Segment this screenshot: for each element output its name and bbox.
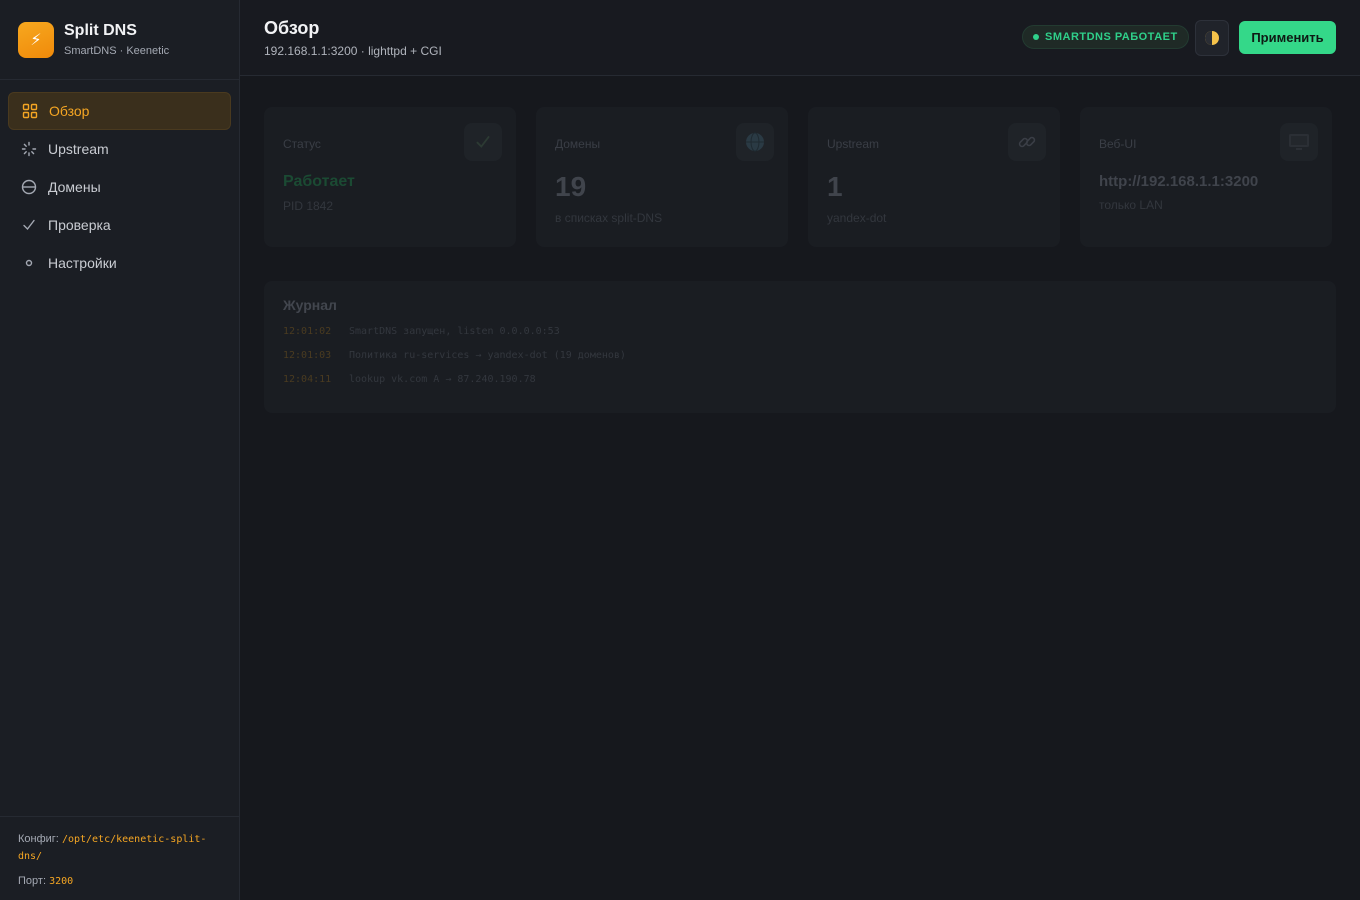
app-subtitle: SmartDNS · Keenetic <box>64 45 170 57</box>
sidebar-item-label: Обзор <box>49 103 90 119</box>
status-card: Статус Работает PID 1842 <box>264 107 516 247</box>
card-note: в списках split-DNS <box>555 211 663 225</box>
domains-card: Домены 19 в списках split-DNS <box>536 107 788 247</box>
log-line: 12:01:02 SmartDNS запущен, listen 0.0.0.… <box>283 326 1317 337</box>
sidebar-nav: Обзор Upstream Домены Проверка Настройки <box>0 80 239 294</box>
sidebar-item-label: Домены <box>48 179 101 195</box>
apply-button[interactable]: Применить <box>1239 21 1336 54</box>
monitor-icon <box>1280 123 1318 161</box>
port-info: Порт: 3200 <box>18 873 222 890</box>
status-badge: SMARTDNS РАБОТАЕТ <box>1022 25 1189 49</box>
main-content: Статус Работает PID 1842 Домены 19 в спи… <box>240 77 1360 900</box>
webui-card: Веб-UI http://192.168.1.1:3200 только LA… <box>1080 107 1332 247</box>
stat-cards: Статус Работает PID 1842 Домены 19 в спи… <box>264 107 1332 247</box>
card-value: http://192.168.1.1:3200 <box>1099 173 1259 190</box>
card-note: только LAN <box>1099 198 1163 212</box>
log-time: 12:01:03 <box>283 350 332 361</box>
journal-panel: Журнал 12:01:02 SmartDNS запущен, listen… <box>264 281 1336 413</box>
port-value: 3200 <box>49 876 74 887</box>
spinner-icon <box>20 140 38 158</box>
sidebar-item-label: Проверка <box>48 217 111 233</box>
log-line: 12:01:03 Политика ru-services → yandex-d… <box>283 350 1317 361</box>
status-text: SMARTDNS РАБОТАЕТ <box>1045 31 1178 43</box>
journal-title: Журнал <box>283 297 337 313</box>
card-note: PID 1842 <box>283 199 334 213</box>
check-icon <box>20 216 38 234</box>
globe-icon <box>20 178 38 196</box>
config-path: Конфиг: /opt/etc/keenetic-split- dns/ <box>18 831 222 865</box>
app-title: Split DNS <box>64 22 137 39</box>
status-dot-icon <box>1033 34 1039 40</box>
log-line: 12:04:11 lookup vk.com A → 87.240.190.78 <box>283 374 1317 385</box>
sidebar-item-label: Upstream <box>48 141 109 157</box>
config-path-value-cont: dns/ <box>18 851 43 862</box>
theme-toggle-button[interactable] <box>1195 20 1229 56</box>
card-note: yandex-dot <box>827 211 887 225</box>
brand: ⚡ Split DNS SmartDNS · Keenetic <box>0 0 239 80</box>
sidebar-item-domains[interactable]: Домены <box>8 168 231 206</box>
gear-icon <box>20 254 38 272</box>
sidebar-item-overview[interactable]: Обзор <box>8 92 231 130</box>
card-value: 19 <box>555 171 587 202</box>
sidebar-item-check[interactable]: Проверка <box>8 206 231 244</box>
log-time: 12:04:11 <box>283 374 332 385</box>
globe-icon <box>736 123 774 161</box>
sidebar-item-settings[interactable]: Настройки <box>8 244 231 282</box>
port-label: Порт: <box>18 875 46 887</box>
config-path-value: /opt/etc/keenetic-split- <box>61 834 207 845</box>
log-message: lookup vk.com A → 87.240.190.78 <box>349 374 536 385</box>
sidebar-item-label: Настройки <box>48 255 117 271</box>
config-label: Конфиг: <box>18 833 59 845</box>
half-moon-icon <box>1205 31 1219 45</box>
page-subtitle: 192.168.1.1:3200 · lighttpd + CGI <box>264 44 442 58</box>
grid-icon <box>21 102 39 120</box>
check-icon <box>464 123 502 161</box>
card-value: 1 <box>827 171 843 202</box>
log-time: 12:01:02 <box>283 326 332 337</box>
log-message: Политика ru-services → yandex-dot (19 до… <box>349 350 626 361</box>
link-icon <box>1008 123 1046 161</box>
sidebar-footer: Конфиг: /opt/etc/keenetic-split- dns/ По… <box>0 816 240 900</box>
sidebar-item-upstream[interactable]: Upstream <box>8 130 231 168</box>
upstream-card: Upstream 1 yandex-dot <box>808 107 1060 247</box>
sidebar: ⚡ Split DNS SmartDNS · Keenetic Обзор Up… <box>0 0 240 900</box>
lightning-logo-icon: ⚡ <box>18 21 54 58</box>
top-header: Обзор 192.168.1.1:3200 · lighttpd + CGI … <box>240 0 1360 76</box>
log-message: SmartDNS запущен, listen 0.0.0.0:53 <box>349 326 560 337</box>
page-title: Обзор <box>264 18 320 38</box>
card-value: Работает <box>283 173 355 190</box>
